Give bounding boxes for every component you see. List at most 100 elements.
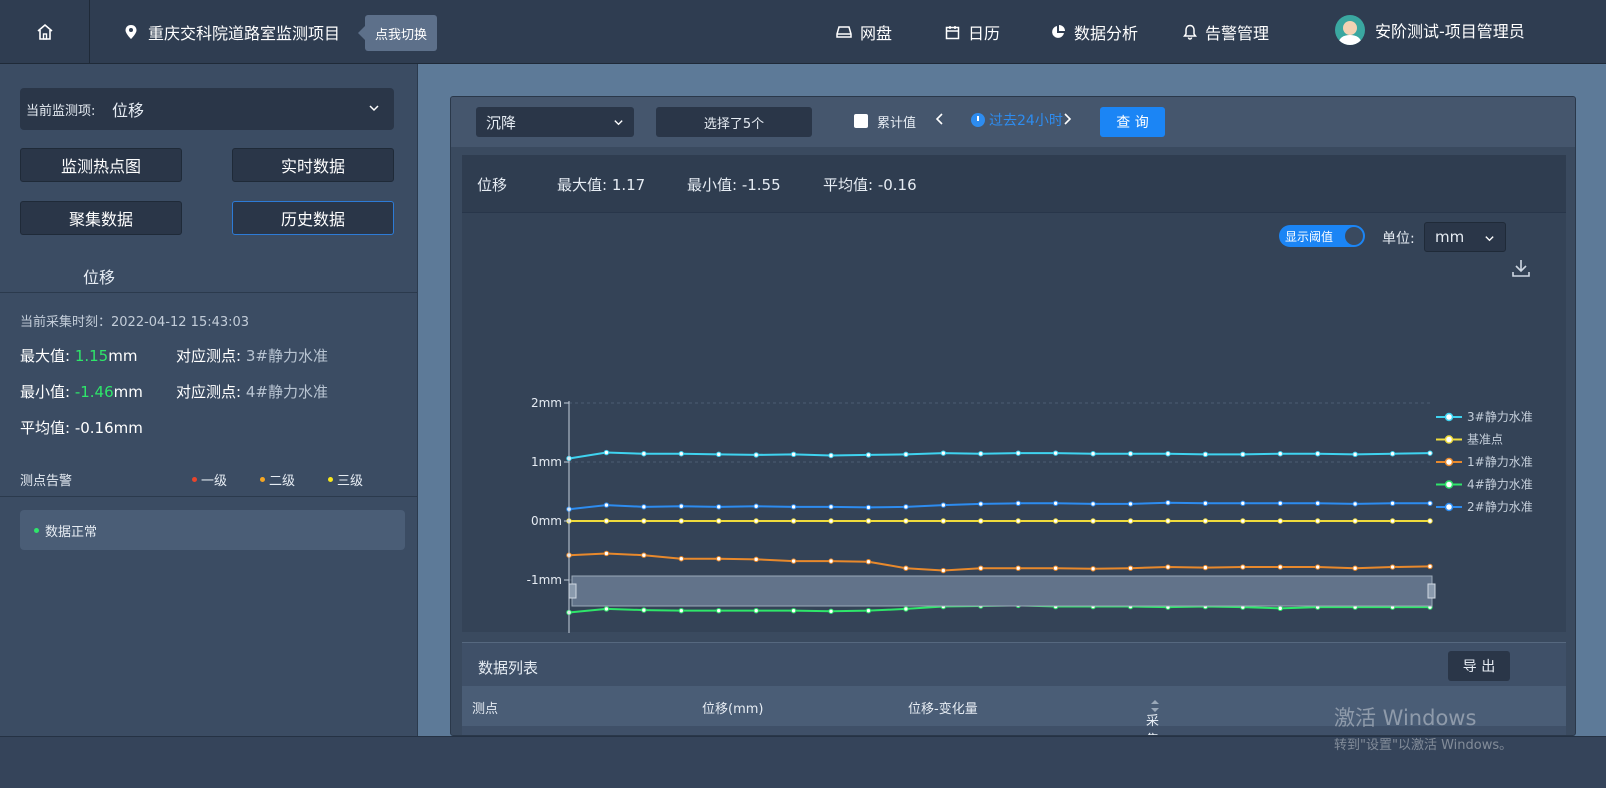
data-point: [1277, 518, 1283, 524]
watermark-line-1: 激活 Windows: [1334, 706, 1477, 730]
point-multiselect[interactable]: 选择了5个: [656, 107, 812, 137]
level-1-dot: [192, 477, 197, 482]
data-point: [1240, 451, 1246, 458]
max-label: 最大值:: [20, 347, 75, 365]
status-dot: [34, 527, 39, 533]
summary-name: 位移: [477, 176, 508, 194]
nav-alarm-management[interactable]: 告警管理: [1183, 20, 1269, 44]
type-value: 沉降: [486, 113, 517, 132]
project-selector[interactable]: 重庆交科院道路室监测项目: [124, 20, 340, 44]
aggregate-data-button[interactable]: 聚集数据: [20, 201, 182, 235]
time-range-picker[interactable]: 过去24小时: [971, 110, 1063, 130]
data-point: [790, 504, 797, 510]
nav-alarm-label: 告警管理: [1205, 24, 1270, 43]
data-point: [828, 452, 834, 459]
query-button[interactable]: 查 询: [1100, 107, 1165, 137]
chevron-left-icon: [935, 113, 943, 125]
data-point: [940, 502, 947, 508]
collect-time: 当前采集时刻：2022-04-12 15:43:03: [20, 315, 250, 330]
prev-range-button[interactable]: [935, 111, 945, 130]
cumulative-label: 累计值: [877, 116, 917, 131]
next-range-button[interactable]: [1062, 111, 1072, 130]
data-point: [603, 550, 610, 557]
data-point: [1090, 566, 1096, 572]
data-point: [753, 556, 759, 563]
data-point: [1015, 518, 1021, 524]
data-point: [678, 556, 685, 562]
data-point: [641, 607, 647, 613]
summary-bar: 位移 最大值: 1.17 最小值: -1.55 平均值: -0.16: [462, 155, 1566, 212]
data-point: [1090, 501, 1096, 507]
column-header-change[interactable]: 位移-变化量: [908, 698, 978, 717]
data-point: [1127, 518, 1134, 524]
nav-data-analysis[interactable]: 数据分析: [1050, 20, 1138, 44]
data-point: [641, 504, 647, 510]
legend-label: 1#静力水准: [1467, 455, 1533, 469]
data-point: [641, 518, 647, 524]
data-point: [1127, 451, 1134, 457]
hotspot-map-button[interactable]: 监测热点图: [20, 148, 182, 182]
legend-marker: [1444, 480, 1454, 489]
column-header-displacement[interactable]: 位移(mm): [702, 698, 763, 717]
home-button[interactable]: [0, 0, 90, 64]
series-line: [568, 552, 1431, 572]
data-point: [1127, 501, 1134, 507]
alarm-level-2: 二级: [260, 470, 295, 489]
realtime-data-button[interactable]: 实时数据: [232, 148, 394, 182]
data-point: [753, 518, 759, 524]
data-point: [865, 504, 872, 511]
nav-disk[interactable]: 网盘: [836, 20, 892, 44]
status-text: 数据正常: [45, 524, 98, 540]
legend-label: 4#静力水准: [1467, 478, 1533, 492]
data-point: [1352, 501, 1358, 507]
column-header-time-label: 采集时间: [1146, 714, 1160, 735]
export-button[interactable]: 导 出: [1448, 651, 1510, 681]
history-data-button[interactable]: 历史数据: [232, 201, 394, 235]
data-point: [753, 452, 759, 458]
monitor-item-label: 当前监测项:: [20, 88, 104, 130]
min-unit: mm: [113, 383, 143, 401]
user-menu[interactable]: 安阶测试-项目管理员: [1335, 15, 1525, 45]
series-line: [568, 501, 1430, 511]
data-point: [1052, 500, 1059, 506]
max-value-stat: 最大值: 1.15mm: [20, 345, 137, 366]
legend-marker: [1444, 435, 1454, 444]
zoom-handle-left[interactable]: [568, 583, 577, 599]
data-point: [716, 556, 722, 562]
data-point: [753, 503, 759, 509]
data-point: [641, 552, 647, 558]
data-point: [1277, 500, 1283, 506]
data-list-title: 数据列表: [478, 659, 539, 677]
zoom-handle-right[interactable]: [1427, 583, 1436, 599]
chevron-down-icon: [369, 105, 379, 112]
data-point: [678, 607, 685, 614]
alarm-level-3: 三级: [328, 470, 363, 489]
y-tick-label: 2mm: [531, 396, 562, 410]
nav-calendar[interactable]: 日历: [945, 20, 1000, 44]
switch-project-button[interactable]: 点我切换: [357, 15, 438, 51]
cumulative-checkbox[interactable]: [854, 114, 868, 128]
data-point: [790, 518, 797, 524]
summary-max: 最大值: 1.17: [557, 176, 646, 194]
data-point: [1202, 518, 1209, 524]
column-header-point[interactable]: 测点: [472, 698, 498, 717]
level-2-label: 二级: [269, 474, 296, 489]
chart-legend: 3#静力水准基准点 1#静力水准 4#静力水准 2#静力水准: [1436, 410, 1533, 514]
data-point: [865, 559, 872, 565]
data-point: [1277, 605, 1283, 612]
data-point: [1427, 518, 1433, 524]
data-point: [903, 518, 909, 524]
data-point: [1427, 563, 1433, 570]
history-panel: 沉降 选择了5个 累计值 过去24小时 查 询 位移 最大值: 1.17 最小值…: [450, 96, 1576, 736]
monitor-item-select[interactable]: 位移: [104, 88, 394, 130]
chevron-down-icon: [614, 120, 623, 126]
level-1-label: 一级: [201, 474, 228, 489]
data-point: [1389, 564, 1396, 570]
column-header-time[interactable]: 采集时间: [1146, 698, 1160, 735]
summary-min: 最小值: -1.55: [687, 176, 781, 194]
data-point: [1389, 500, 1396, 506]
data-point: [1240, 564, 1246, 570]
query-toolbar: 沉降 选择了5个 累计值 过去24小时 查 询: [451, 97, 1575, 147]
zoom-slider[interactable]: [568, 575, 1436, 607]
type-select[interactable]: 沉降: [476, 107, 634, 137]
